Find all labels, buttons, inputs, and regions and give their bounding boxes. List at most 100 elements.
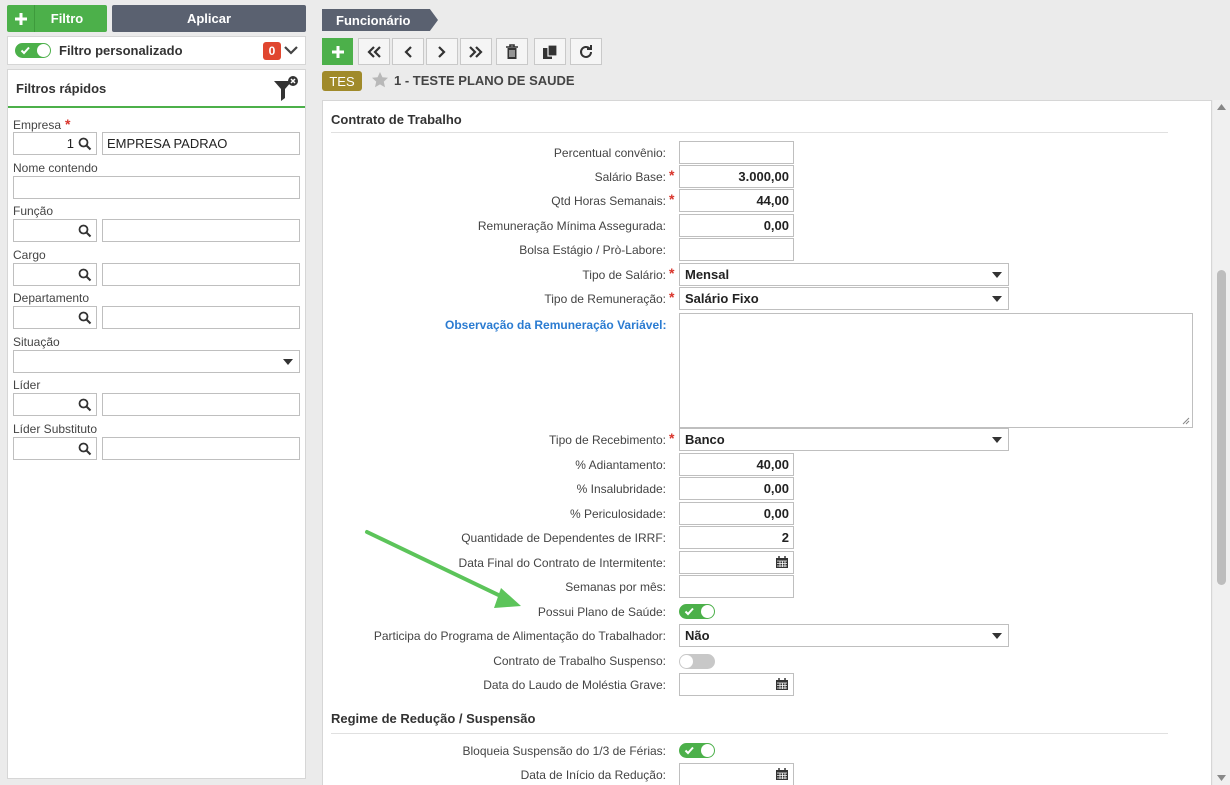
situacao-select[interactable]: [13, 350, 300, 373]
trash-icon: [506, 43, 518, 59]
departamento-description: [102, 306, 300, 329]
tipo-recebimento-select[interactable]: Banco: [679, 428, 1009, 451]
tipo-remuneracao-label: Tipo de Remuneração:: [544, 292, 666, 306]
caret-down-icon: [992, 296, 1002, 302]
custom-filter-toggle[interactable]: [15, 43, 51, 58]
pat-value: Não: [685, 628, 710, 643]
caret-down-icon: [992, 633, 1002, 639]
search-icon[interactable]: [78, 311, 92, 325]
calendar-icon[interactable]: [775, 556, 789, 569]
add-record-button[interactable]: [322, 38, 353, 65]
data-inicio-reducao-label: Data de Início da Redução:: [520, 768, 666, 782]
data-inicio-reducao-input[interactable]: [679, 763, 794, 785]
regime-section-title: Regime de Redução / Suspensão: [331, 711, 536, 726]
required-marker: *: [669, 289, 675, 305]
last-record-button[interactable]: [460, 38, 492, 65]
salario-base-label: Salário Base:: [594, 170, 666, 184]
next-record-button[interactable]: [426, 38, 458, 65]
double-chevron-left-icon: [367, 45, 381, 58]
filter-button-label: Filtro: [50, 11, 84, 26]
chevron-down-icon[interactable]: [283, 42, 299, 61]
situacao-label: Situação: [13, 335, 60, 349]
nome-label: Nome contendo: [13, 161, 98, 175]
lider-code-input[interactable]: [13, 393, 97, 416]
apply-button[interactable]: Aplicar: [112, 5, 306, 32]
lider-substituto-label: Líder Substituto: [13, 422, 98, 436]
scroll-down-icon[interactable]: [1217, 775, 1226, 781]
search-icon[interactable]: [78, 268, 92, 282]
contrato-section-title: Contrato de Trabalho: [331, 112, 462, 127]
funnel-clear-icon[interactable]: [273, 75, 299, 106]
check-icon: [684, 607, 694, 616]
adiantamento-input[interactable]: 40,00: [679, 453, 794, 476]
add-filter-button[interactable]: Filtro: [7, 5, 107, 32]
tipo-salario-label: Tipo de Salário:: [582, 268, 666, 282]
calendar-icon[interactable]: [775, 678, 789, 691]
tipo-recebimento-value: Banco: [685, 432, 725, 447]
bolsa-estagio-input[interactable]: [679, 238, 794, 261]
tipo-remuneracao-select[interactable]: Salário Fixo: [679, 287, 1009, 310]
contrato-suspenso-toggle[interactable]: [679, 654, 715, 669]
record-area: Funcionário TES 1 - TESTE PLANO DE SAUDE…: [312, 0, 1230, 785]
required-marker: *: [669, 430, 675, 446]
resize-handle-icon[interactable]: [1182, 417, 1190, 425]
contrato-suspenso-label: Contrato de Trabalho Suspenso:: [493, 654, 666, 668]
insalubridade-input[interactable]: 0,00: [679, 477, 794, 500]
plus-icon: [7, 5, 35, 32]
periculosidade-input[interactable]: 0,00: [679, 502, 794, 525]
record-title: 1 - TESTE PLANO DE SAUDE: [394, 73, 575, 88]
search-icon[interactable]: [78, 137, 92, 151]
observacao-textarea[interactable]: [679, 313, 1193, 428]
nome-input[interactable]: [13, 176, 300, 199]
chevron-left-icon: [404, 45, 412, 58]
data-final-intermitente-input[interactable]: [679, 551, 794, 574]
annotation-arrow-icon: [365, 530, 521, 608]
caret-down-icon: [992, 437, 1002, 443]
filter-count-badge: 0: [263, 42, 281, 60]
plus-icon: [331, 45, 344, 58]
search-icon[interactable]: [78, 442, 92, 456]
empresa-description: EMPRESA PADRAO: [102, 132, 300, 155]
cargo-code-input[interactable]: [13, 263, 97, 286]
caret-down-icon: [283, 359, 293, 365]
required-marker: *: [669, 265, 675, 281]
tipo-salario-value: Mensal: [685, 267, 730, 282]
scroll-up-icon[interactable]: [1217, 104, 1226, 110]
search-icon[interactable]: [78, 398, 92, 412]
departamento-code-input[interactable]: [13, 306, 97, 329]
lider-description: [102, 393, 300, 416]
delete-button[interactable]: [496, 38, 528, 65]
remuneracao-minima-input[interactable]: 0,00: [679, 214, 794, 237]
scrollbar[interactable]: [1213, 100, 1230, 785]
empresa-code-input[interactable]: 1: [13, 132, 97, 155]
check-icon: [684, 746, 694, 755]
funcao-description: [102, 219, 300, 242]
laudo-molestia-input[interactable]: [679, 673, 794, 696]
required-marker: *: [669, 191, 675, 207]
dependentes-irrf-input[interactable]: 2: [679, 526, 794, 549]
first-record-button[interactable]: [358, 38, 390, 65]
tab-funcionario[interactable]: Funcionário: [322, 9, 438, 31]
plano-saude-toggle[interactable]: [679, 604, 715, 619]
percentual-convenio-input[interactable]: [679, 141, 794, 164]
tipo-recebimento-label: Tipo de Recebimento:: [549, 433, 666, 447]
bloqueia-ferias-toggle[interactable]: [679, 743, 715, 758]
previous-record-button[interactable]: [392, 38, 424, 65]
search-icon[interactable]: [78, 224, 92, 238]
refresh-button[interactable]: [570, 38, 602, 65]
form-content: Contrato de Trabalho Percentual convênio…: [322, 100, 1212, 785]
cargo-label: Cargo: [13, 248, 46, 262]
qtd-horas-input[interactable]: 44,00: [679, 189, 794, 212]
star-icon[interactable]: [371, 71, 389, 92]
duplicate-button[interactable]: [534, 38, 566, 65]
observacao-label[interactable]: Observação da Remuneração Variável:: [445, 318, 666, 332]
semanas-mes-input[interactable]: [679, 575, 794, 598]
check-icon: [20, 46, 30, 55]
lider-substituto-code-input[interactable]: [13, 437, 97, 460]
calendar-icon[interactable]: [775, 768, 789, 781]
tipo-salario-select[interactable]: Mensal: [679, 263, 1009, 286]
salario-base-input[interactable]: 3.000,00: [679, 165, 794, 188]
funcao-code-input[interactable]: [13, 219, 97, 242]
scrollbar-thumb[interactable]: [1217, 270, 1226, 585]
pat-select[interactable]: Não: [679, 624, 1009, 647]
